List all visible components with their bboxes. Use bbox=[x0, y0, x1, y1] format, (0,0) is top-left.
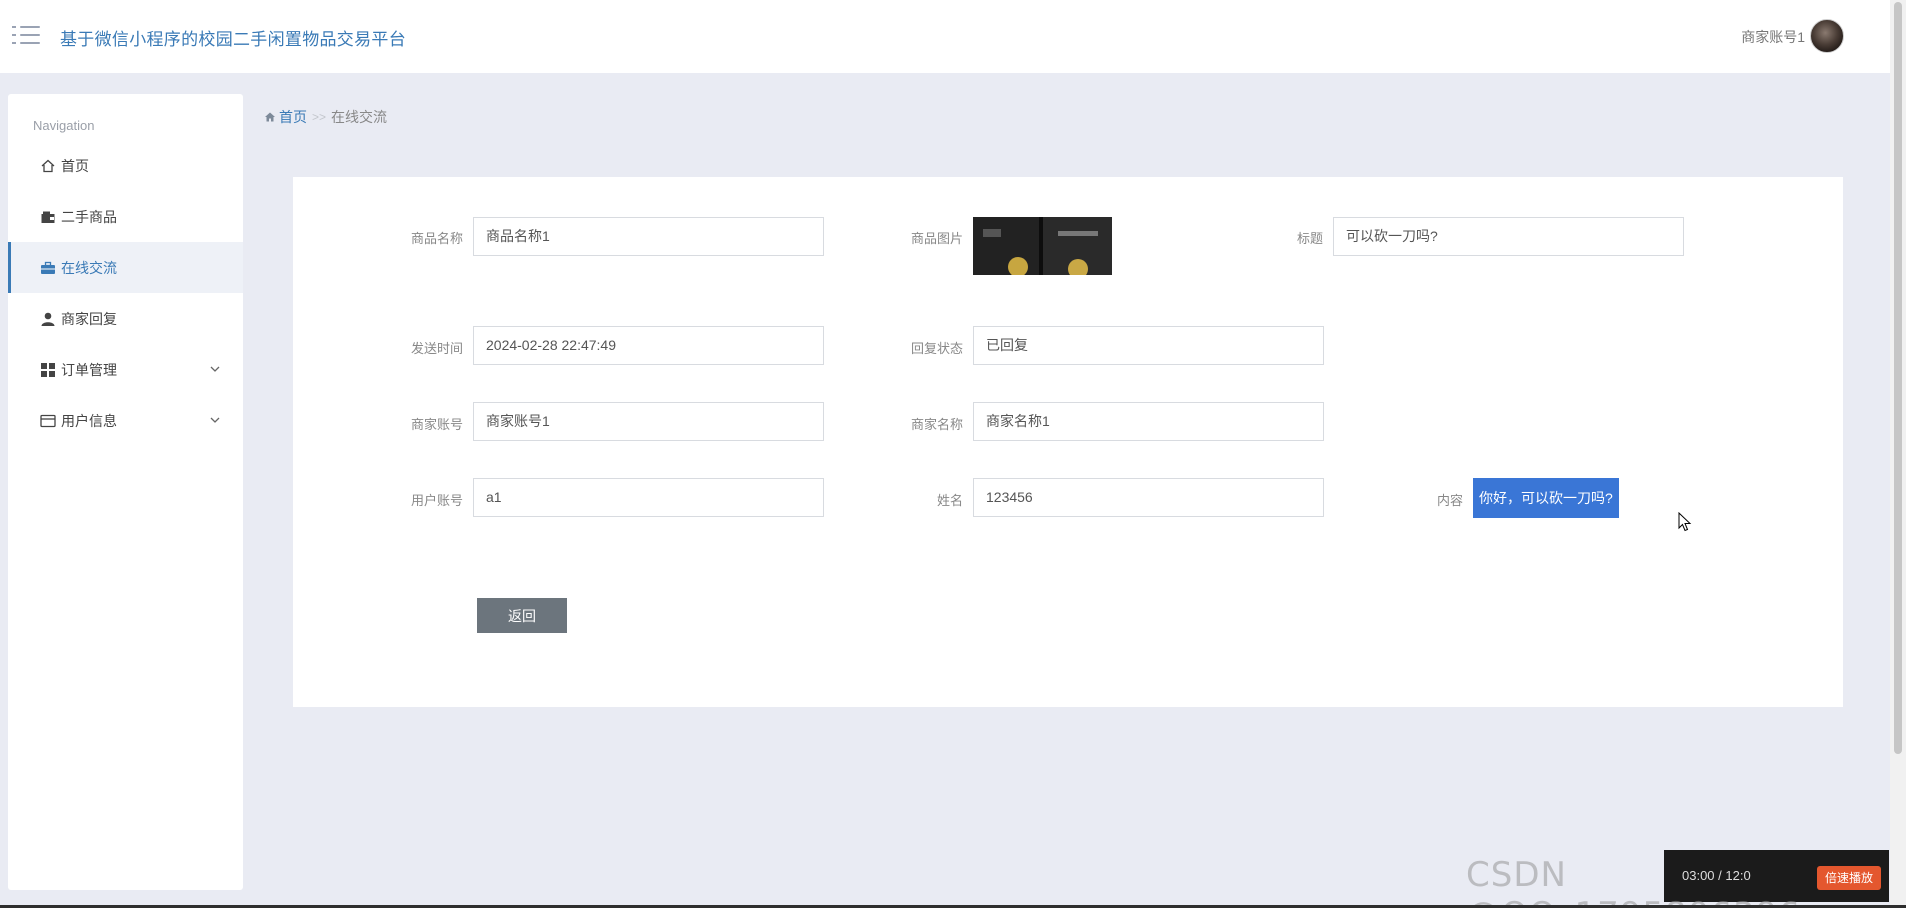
send-time-label: 发送时间 bbox=[410, 341, 463, 356]
title-label: 标题 bbox=[1296, 231, 1323, 246]
merchant-name-field[interactable]: 商家名称1 bbox=[973, 402, 1324, 441]
page-scrollbar[interactable] bbox=[1890, 0, 1906, 908]
chevron-down-icon[interactable] bbox=[209, 362, 221, 378]
breadcrumb-separator: >> bbox=[312, 110, 327, 124]
mouse-cursor-icon bbox=[1678, 511, 1692, 537]
sidebar-item-orders[interactable]: 订单管理 bbox=[8, 344, 243, 395]
user-icon bbox=[40, 311, 56, 327]
top-header: 基于微信小程序的校园二手闲置物品交易平台 商家账号1 bbox=[0, 0, 1890, 73]
detail-card: 商品名称 商品名称1 商品图片 标题 可以砍一刀吗? 发送时间 2024-02-… bbox=[293, 177, 1843, 707]
product-name-field[interactable]: 商品名称1 bbox=[473, 217, 824, 256]
account-name[interactable]: 商家账号1 bbox=[1741, 27, 1805, 47]
product-image-label: 商品图片 bbox=[910, 231, 963, 246]
breadcrumb: 首页 >> 在线交流 bbox=[264, 107, 387, 127]
content-value[interactable]: 你好，可以砍一刀吗? bbox=[1473, 478, 1619, 518]
sidebar-item-home[interactable]: 首页 bbox=[8, 140, 243, 191]
product-name-label: 商品名称 bbox=[410, 231, 463, 246]
sidebar-item-user-info[interactable]: 用户信息 bbox=[8, 395, 243, 446]
sidebar-item-label: 用户信息 bbox=[61, 412, 117, 429]
name-label: 姓名 bbox=[936, 493, 963, 508]
nav-heading: Navigation bbox=[33, 118, 95, 133]
send-time-field[interactable]: 2024-02-28 22:47:49 bbox=[473, 326, 824, 365]
reply-status-field[interactable]: 已回复 bbox=[973, 326, 1324, 365]
breadcrumb-current: 在线交流 bbox=[331, 109, 388, 125]
sidebar-item-label: 商家回复 bbox=[61, 310, 117, 327]
sidebar: Navigation 首页 二手商品 在线交流 商家回复 订单管理 用户信息 bbox=[8, 94, 243, 890]
sidebar-item-merchant-reply[interactable]: 商家回复 bbox=[8, 293, 243, 344]
sidebar-item-label: 首页 bbox=[61, 157, 89, 174]
briefcase-icon bbox=[40, 260, 56, 276]
grid-icon bbox=[40, 362, 56, 378]
user-account-field[interactable]: a1 bbox=[473, 478, 824, 517]
name-field[interactable]: 123456 bbox=[973, 478, 1324, 517]
title-field[interactable]: 可以砍一刀吗? bbox=[1333, 217, 1684, 256]
user-account-label: 用户账号 bbox=[410, 493, 463, 508]
merchant-account-label: 商家账号 bbox=[410, 417, 463, 432]
sidebar-item-label: 订单管理 bbox=[61, 361, 117, 378]
avatar[interactable] bbox=[1810, 19, 1844, 53]
sidebar-item-products[interactable]: 二手商品 bbox=[8, 191, 243, 242]
reply-status-label: 回复状态 bbox=[910, 341, 963, 356]
home-icon bbox=[40, 158, 56, 174]
sidebar-item-label: 二手商品 bbox=[61, 208, 117, 225]
chevron-down-icon[interactable] bbox=[209, 413, 221, 429]
sidebar-item-chat[interactable]: 在线交流 bbox=[8, 242, 243, 293]
content-label: 内容 bbox=[1436, 493, 1463, 508]
back-button[interactable]: 返回 bbox=[477, 598, 567, 633]
breadcrumb-home-label: 首页 bbox=[279, 109, 307, 125]
scrollbar-thumb[interactable] bbox=[1894, 2, 1902, 754]
watermark: CSDN @QQ_1795806396 bbox=[1466, 855, 1800, 908]
wallet-icon bbox=[40, 209, 56, 225]
product-image[interactable] bbox=[973, 217, 1112, 275]
sidebar-item-label: 在线交流 bbox=[61, 259, 117, 276]
home-icon bbox=[265, 112, 275, 122]
breadcrumb-home[interactable]: 首页 bbox=[264, 107, 307, 127]
app-title: 基于微信小程序的校园二手闲置物品交易平台 bbox=[60, 30, 406, 49]
menu-toggle-icon[interactable] bbox=[12, 23, 40, 47]
merchant-name-label: 商家名称 bbox=[910, 417, 963, 432]
card-icon bbox=[40, 413, 56, 429]
merchant-account-field[interactable]: 商家账号1 bbox=[473, 402, 824, 441]
